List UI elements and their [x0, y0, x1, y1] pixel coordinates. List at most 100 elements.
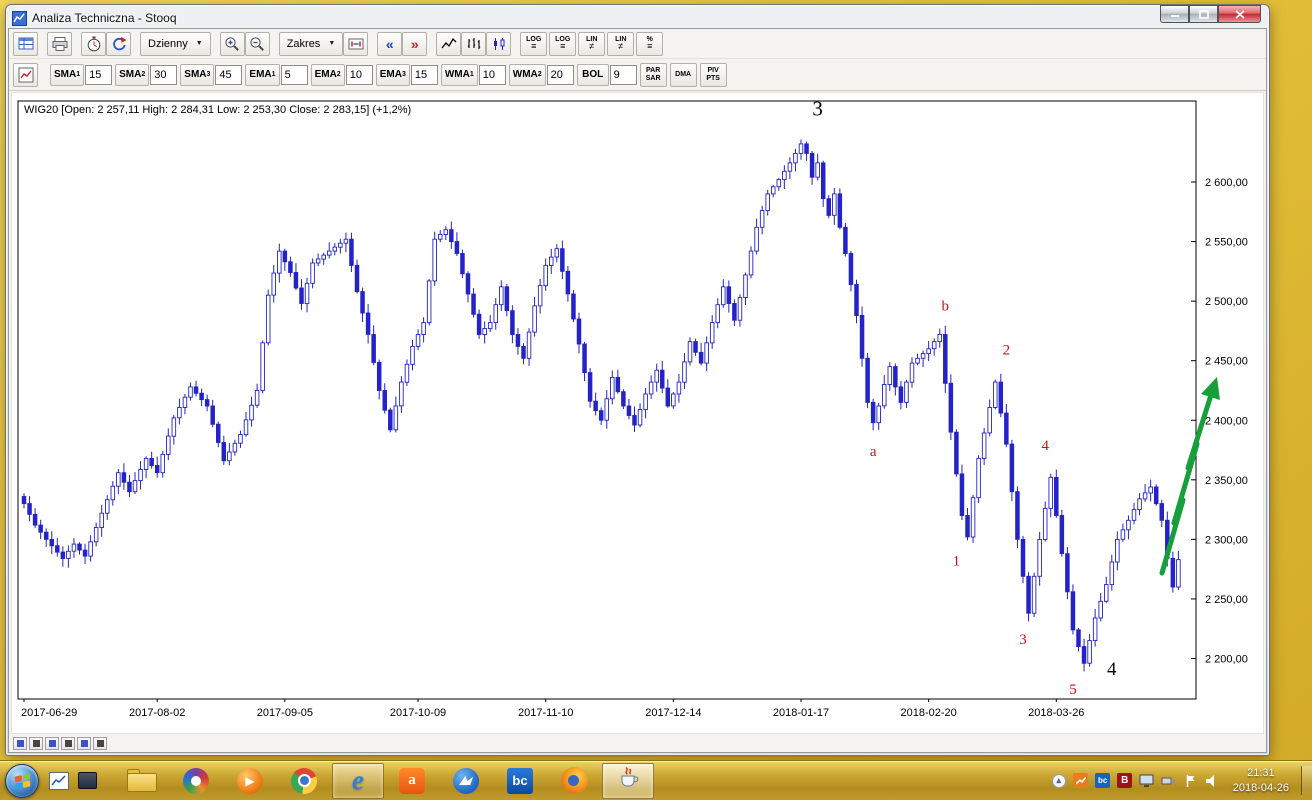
show-desktop-button[interactable]	[1301, 766, 1312, 795]
candle-chart-icon[interactable]	[45, 736, 59, 750]
grid-icon[interactable]	[77, 736, 91, 750]
quick-launch-chart-icon[interactable]	[46, 766, 72, 796]
scale-log-button-1[interactable]: LOG ≡	[520, 31, 548, 56]
zoom-out-button[interactable]	[244, 31, 270, 56]
taskbar-app-messenger[interactable]	[440, 763, 492, 799]
taskbar-app-google-chrome[interactable]	[278, 763, 330, 799]
print-icon[interactable]	[93, 736, 107, 750]
taskbar-app-bankier-bc[interactable]: bc	[494, 763, 546, 799]
display-settings-icon[interactable]	[1139, 773, 1155, 789]
scale-pct-button-5[interactable]: % ≡	[636, 31, 664, 56]
indicator-ema1-input[interactable]: 5	[280, 64, 308, 85]
bc-tray-icon[interactable]: bc	[1095, 773, 1111, 789]
scroll-left-button[interactable]: «	[377, 31, 403, 56]
taskbar-app-allegro[interactable]: a	[386, 763, 438, 799]
zoom-in-icon	[225, 36, 240, 51]
ohlc-chart-type-button[interactable]	[461, 31, 487, 56]
indicator-bol-input[interactable]: 9	[609, 64, 637, 85]
indicator-sma1: SMA 1 15	[50, 63, 113, 86]
double-right-icon: »	[410, 35, 419, 52]
taskbar-app-firefox[interactable]	[548, 763, 600, 799]
indicator-ema1-button[interactable]: EMA 1	[245, 63, 280, 86]
refresh-icon	[112, 36, 126, 50]
taskbar-app-java-app[interactable]	[602, 762, 654, 799]
taskbar-app-windows-explorer[interactable]	[116, 763, 168, 799]
indicator-sma3-input[interactable]: 45	[215, 64, 243, 85]
indicator-ema3-input[interactable]: 15	[410, 64, 438, 85]
zoom-in-button[interactable]	[219, 31, 245, 56]
indicator-sma1-button[interactable]: SMA 1	[50, 63, 85, 86]
clock-time: 21:31	[1247, 767, 1275, 780]
line-chart-type-button[interactable]	[436, 31, 462, 56]
indicator-ema2: EMA 2 10	[310, 63, 373, 86]
dma-button[interactable]: DMA	[669, 62, 697, 87]
scale-lin-button-4[interactable]: LIN ≠	[607, 31, 635, 56]
scroll-right-button[interactable]: »	[402, 31, 428, 56]
indicator-wma1: WMA 1 10	[440, 63, 506, 86]
auto-refresh-timer-button[interactable]	[81, 31, 106, 56]
indicator-sma2-button[interactable]: SMA 2	[115, 63, 150, 86]
start-button[interactable]	[5, 763, 39, 798]
indicator-ema3-button[interactable]: EMA 3	[375, 63, 410, 86]
indicator-sma2-input[interactable]: 30	[150, 64, 178, 85]
candlestick-chart[interactable]: 2 200,00 2 250,00 2 300,00 2 350,00 2 400,00…	[12, 93, 1264, 734]
usb-device-icon[interactable]	[1161, 773, 1177, 789]
indicator-ema2-input[interactable]: 10	[345, 64, 373, 85]
close-button[interactable]	[1218, 5, 1261, 23]
system-tray: ▴ bc B 21:31 2018-04-26	[1051, 766, 1312, 795]
app-body: Dzienny ▼ Zakres ▼ « » LOG ≡ LOG ≡ LIN ≠ LIN ≠% ≡	[8, 28, 1267, 753]
minimize-button[interactable]	[1160, 5, 1189, 23]
indicator-wma1-input[interactable]: 10	[478, 64, 506, 85]
line-chart-icon[interactable]	[29, 736, 43, 750]
bankier-b-icon[interactable]: B	[1117, 773, 1133, 789]
svg-text:2 300,00: 2 300,00	[1205, 534, 1248, 546]
volume-icon[interactable]	[1205, 773, 1221, 789]
par-sar-button[interactable]: PAR SAR	[639, 62, 667, 87]
taskbar-app-internet-explorer[interactable]: e	[332, 762, 384, 799]
scale-lin-button-3[interactable]: LIN ≠	[578, 31, 606, 56]
indicator-bol-button[interactable]: BOL	[576, 63, 609, 86]
indicator-sma3-button[interactable]: SMA 3	[180, 63, 215, 86]
date-range-button[interactable]	[343, 31, 369, 56]
action-center-flag-icon[interactable]	[1183, 773, 1199, 789]
indicator-wma2-input[interactable]: 20	[546, 64, 574, 85]
indicator-sma1-input[interactable]: 15	[85, 64, 113, 85]
candle-chart-type-button[interactable]	[486, 31, 512, 56]
range-dropdown[interactable]: Zakres ▼	[278, 31, 344, 56]
stooq-tray-icon[interactable]	[1073, 773, 1089, 789]
indicator-wma2-button[interactable]: WMA 2	[508, 63, 546, 86]
scale-icon[interactable]	[61, 736, 75, 750]
windows-explorer-icon	[127, 769, 157, 792]
titlebar[interactable]: Analiza Techniczna - Stooq	[8, 5, 1267, 28]
svg-text:2018-01-17: 2018-01-17	[773, 707, 829, 719]
scale-log-button-2[interactable]: LOG ≡	[549, 31, 577, 56]
indicator-toolbar: SMA 1 15 SMA 2 30 SMA 3 45 EMA 1 5 EMA 2 10 EMA 3 15 WMA 1 1…	[9, 59, 1266, 91]
chart-settings-icon	[18, 67, 33, 82]
svg-text:a: a	[870, 444, 877, 460]
indicator-wma1-button[interactable]: WMA 1	[440, 63, 478, 86]
taskbar-app-media-player[interactable]: ▶	[224, 763, 276, 799]
firefox-icon	[560, 767, 588, 794]
taskbar-app-picasa[interactable]	[170, 763, 222, 799]
chart-panel[interactable]: WIG20 [Open: 2 257,11 High: 2 284,31 Low…	[11, 92, 1264, 734]
chart-settings-button[interactable]	[13, 62, 38, 87]
chart-table-button[interactable]	[13, 31, 38, 56]
svg-text:3: 3	[1019, 632, 1027, 648]
taskbar-clock[interactable]: 21:31 2018-04-26	[1233, 766, 1289, 795]
svg-text:1: 1	[953, 554, 961, 570]
refresh-button[interactable]	[106, 31, 131, 56]
hidden-icons-icon[interactable]: ▴	[1051, 773, 1067, 789]
picasa-icon	[183, 767, 209, 794]
svg-text:2017-08-02: 2017-08-02	[129, 707, 185, 719]
save-icon[interactable]	[13, 736, 27, 750]
maximize-button[interactable]	[1189, 5, 1218, 23]
indicator-ema2-button[interactable]: EMA 2	[310, 63, 345, 86]
tray-icons: ▴ bc B	[1051, 773, 1221, 789]
svg-text:5: 5	[1069, 682, 1077, 698]
print-button[interactable]	[47, 31, 72, 56]
piv-pts-button[interactable]: PIV PTS	[699, 62, 727, 87]
period-dropdown[interactable]: Dzienny ▼	[140, 31, 211, 56]
chevron-down-icon: ▼	[328, 40, 336, 47]
quick-launch-app-icon[interactable]	[74, 766, 100, 796]
windows-flag-icon	[14, 772, 31, 790]
